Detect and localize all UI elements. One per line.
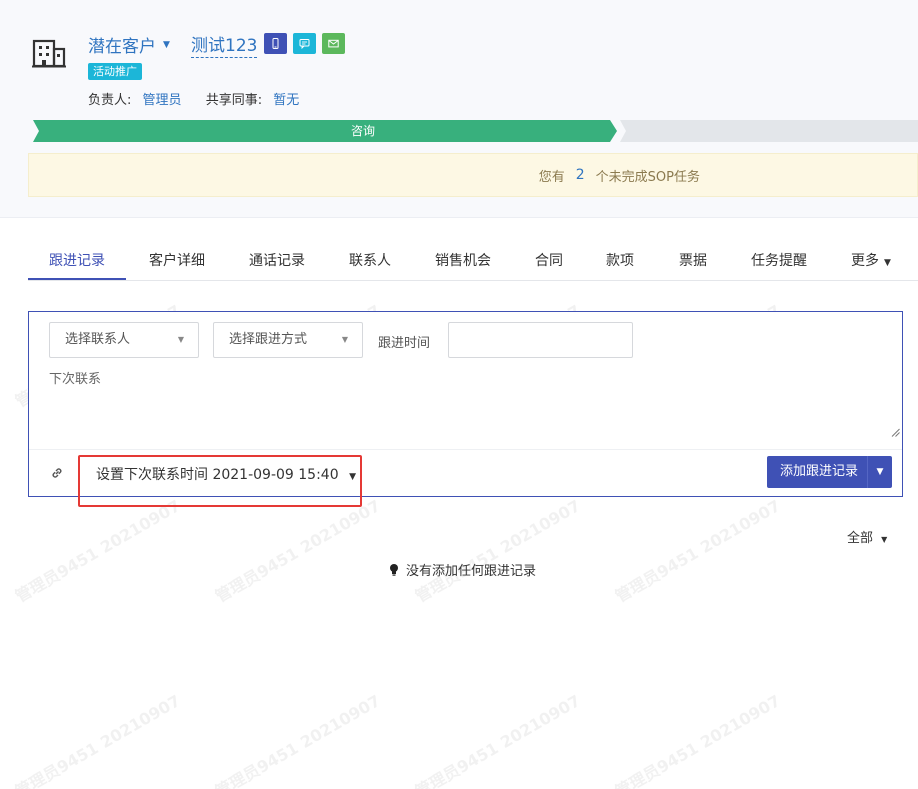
tab-call-records[interactable]: 通话记录: [249, 250, 305, 270]
phone-icon: [272, 38, 279, 49]
stage-arrows: [33, 120, 918, 142]
active-tab-indicator: [28, 278, 126, 280]
stage-active-arrow: [33, 120, 617, 142]
customer-status-label: 潜在客户: [88, 37, 156, 57]
caret-down-icon: ▼: [884, 258, 891, 268]
shared-value[interactable]: 暂无: [273, 93, 299, 108]
watermark: 管理员9451 20210907: [12, 691, 184, 789]
attachment-link-icon[interactable]: [50, 466, 64, 480]
source-tag: 活动推广: [88, 63, 142, 80]
tab-more-label: 更多: [851, 253, 879, 269]
customer-status-dropdown[interactable]: 潜在客户 ▼: [88, 32, 170, 57]
shared-label: 共享同事:: [205, 93, 263, 108]
tab-more[interactable]: 更多 ▼: [851, 250, 891, 270]
customer-name[interactable]: 测试123: [191, 31, 258, 58]
watermark: 管理员9451 20210907: [12, 496, 184, 607]
building-icon: [32, 39, 66, 68]
message-icon: [299, 39, 310, 49]
owner-label: 负责人:: [88, 93, 132, 108]
stage-active[interactable]: 咨询: [333, 123, 393, 139]
caret-down-icon: ▼: [177, 335, 184, 344]
caret-down-icon: ▼: [876, 467, 884, 477]
resize-grip-icon[interactable]: [891, 428, 900, 437]
watermark: 管理员9451 20210907: [612, 691, 784, 789]
watermark: 管理员9451 20210907: [212, 691, 384, 789]
email-button[interactable]: [322, 33, 345, 54]
stage-progress-bar: 咨询 注册: [33, 120, 918, 142]
caret-down-icon: ▼: [163, 39, 170, 50]
sop-notice-suffix: 个未完成SOP任务: [595, 169, 700, 185]
followup-time-label: 跟进时间: [378, 336, 431, 351]
empty-state-text: 没有添加任何跟进记录: [406, 564, 537, 579]
tab-payments[interactable]: 款项: [606, 250, 634, 270]
watermark: 管理员9451 20210907: [612, 496, 784, 607]
watermark: 管理员9451 20210907: [412, 691, 584, 789]
caret-down-icon: ▼: [881, 535, 888, 544]
followup-time-input[interactable]: [448, 322, 633, 358]
owner-line: 负责人: 管理员 共享同事: 暂无: [88, 89, 319, 108]
mail-icon: [328, 39, 339, 48]
next-contact-time-label: 设置下次联系时间 2021-09-09 15:40: [96, 467, 339, 483]
caret-down-icon: ▼: [349, 472, 356, 482]
customer-header: 潜在客户 ▼ 测试123 活动推广 负责人: 管理员 共享同事: 暂无 咨询 注…: [0, 0, 918, 218]
editor-footer: 设置下次联系时间 2021-09-09 15:40 ▼ 添加跟进记录 ▼: [29, 449, 902, 496]
tab-task-reminders[interactable]: 任务提醒: [751, 250, 807, 270]
add-followup-button[interactable]: 添加跟进记录: [767, 456, 867, 488]
record-filter-dropdown[interactable]: 全部 ▼: [847, 527, 887, 546]
tab-invoices[interactable]: 票据: [679, 250, 707, 270]
watermark: 管理员9451 20210907: [412, 496, 584, 607]
tab-followup[interactable]: 跟进记录: [49, 250, 105, 270]
tab-contacts[interactable]: 联系人: [349, 250, 391, 270]
stage-next-arrow: [620, 120, 918, 142]
tab-customer-detail[interactable]: 客户详细: [149, 250, 205, 270]
caret-down-icon: ▼: [341, 335, 348, 344]
phone-button[interactable]: [264, 33, 287, 54]
watermark: 管理员9451 20210907: [212, 496, 384, 607]
followup-method-value: 选择跟进方式: [229, 332, 308, 347]
next-contact-time-dropdown[interactable]: 设置下次联系时间 2021-09-09 15:40 ▼: [96, 464, 356, 484]
record-filter-label: 全部: [847, 531, 874, 546]
add-followup-options-toggle[interactable]: ▼: [867, 456, 892, 488]
sop-notice-prefix: 您有: [538, 169, 565, 185]
sms-button[interactable]: [293, 33, 316, 54]
add-followup-button-group: 添加跟进记录 ▼: [767, 456, 892, 488]
followup-note-textarea[interactable]: [49, 368, 902, 438]
detail-tabs: 跟进记录 客户详细 通话记录 联系人 销售机会 合同 款项 票据 任务提醒 更多…: [28, 240, 918, 281]
empty-state: 没有添加任何跟进记录: [389, 560, 536, 579]
sop-task-count[interactable]: 2: [576, 167, 585, 183]
followup-editor: 选择联系人 ▼ 选择跟进方式 ▼ 跟进时间 设置下次联系时间 2021-09-0…: [28, 311, 903, 497]
tab-contracts[interactable]: 合同: [535, 250, 563, 270]
tab-opportunities[interactable]: 销售机会: [435, 250, 491, 270]
contact-select-value: 选择联系人: [65, 332, 131, 347]
followup-method-select[interactable]: 选择跟进方式 ▼: [213, 322, 363, 358]
owner-value[interactable]: 管理员: [143, 93, 182, 108]
contact-select[interactable]: 选择联系人 ▼: [49, 322, 199, 358]
sop-notice: 您有 2 个未完成SOP任务: [28, 153, 918, 197]
lightbulb-icon: [390, 564, 398, 576]
